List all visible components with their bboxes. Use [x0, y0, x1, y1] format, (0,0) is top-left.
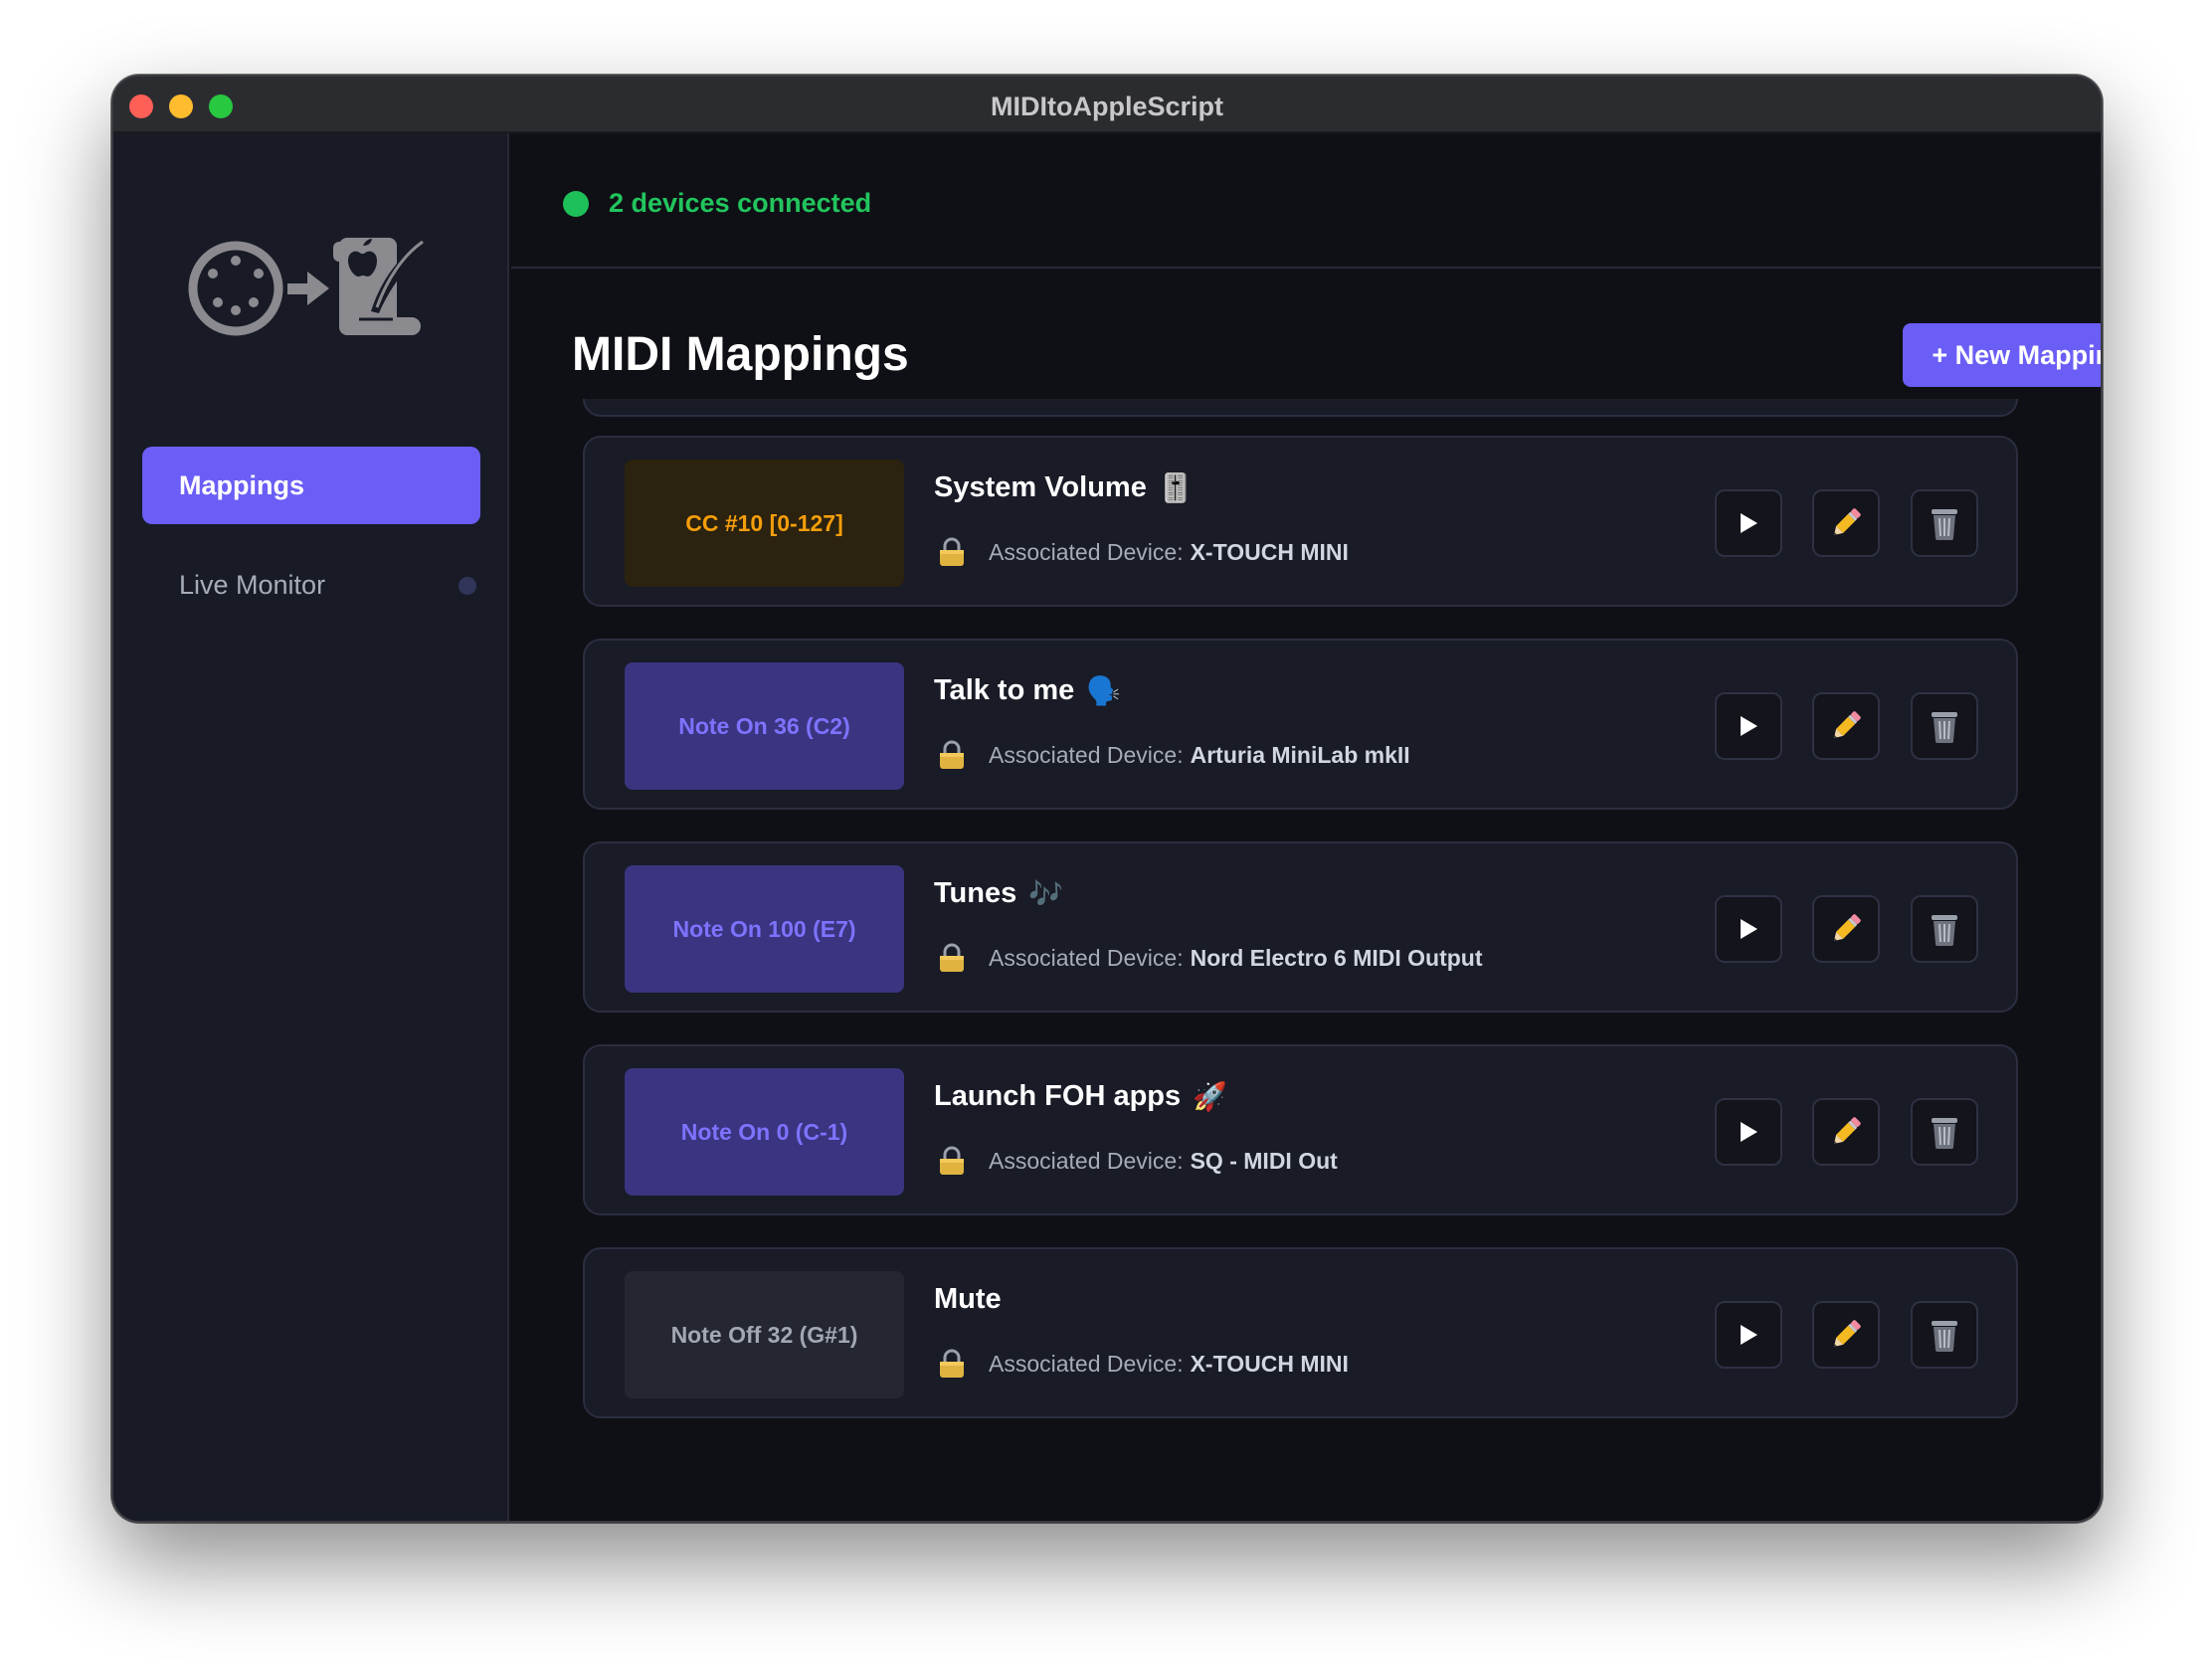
mapping-card[interactable]: Note On 0 (C-1) Launch FOH apps 🚀 Associ…	[583, 1044, 2018, 1215]
device-label: Associated Device:	[989, 741, 1184, 768]
main-content: 2 devices connected MIDI Mappings + New …	[511, 133, 2101, 1521]
edit-mapping-button[interactable]	[1812, 1098, 1880, 1166]
play-icon	[1741, 919, 1757, 939]
midi-trigger-badge: CC #10 [0-127]	[625, 460, 904, 587]
device-name: X-TOUCH MINI	[1190, 538, 1349, 565]
trash-icon	[1932, 509, 1957, 540]
sidebar-item-label: Mappings	[179, 469, 304, 500]
test-mapping-button[interactable]	[1715, 489, 1782, 557]
mapping-title: System Volume 🎚️	[934, 471, 1194, 504]
lock-icon	[940, 537, 964, 566]
midi-trigger-badge: Note On 100 (E7)	[625, 865, 904, 993]
sidebar-item-mappings[interactable]: Mappings	[142, 447, 480, 524]
lock-icon	[940, 740, 964, 769]
live-monitor-status-dot	[459, 577, 476, 595]
mapping-title: Talk to me 🗣️	[934, 674, 1121, 707]
associated-device-row: Associated Device: SQ - MIDI Out	[939, 1146, 1338, 1176]
device-name: SQ - MIDI Out	[1190, 1147, 1338, 1174]
device-name: Nord Electro 6 MIDI Output	[1190, 944, 1483, 971]
mapping-title: Mute	[934, 1283, 1002, 1316]
delete-mapping-button[interactable]	[1911, 895, 1978, 963]
trash-icon	[1932, 915, 1957, 946]
sidebar-item-label: Live Monitor	[179, 569, 326, 600]
connection-status-bar: 2 devices connected	[511, 133, 2101, 269]
device-name: X-TOUCH MINI	[1190, 1350, 1349, 1377]
pencil-icon	[1833, 711, 1861, 739]
connection-status-dot	[563, 191, 589, 217]
delete-mapping-button[interactable]	[1911, 489, 1978, 557]
title-bar: MIDItoAppleScript	[113, 77, 2101, 133]
play-icon	[1741, 716, 1757, 736]
edit-mapping-button[interactable]	[1812, 489, 1880, 557]
play-icon	[1741, 1122, 1757, 1142]
edit-mapping-button[interactable]	[1812, 895, 1880, 963]
test-mapping-button[interactable]	[1715, 1098, 1782, 1166]
device-label: Associated Device:	[989, 944, 1184, 971]
play-icon	[1741, 513, 1757, 533]
lock-icon	[940, 1349, 964, 1378]
delete-mapping-button[interactable]	[1911, 1301, 1978, 1369]
app-logo-icon	[188, 238, 427, 336]
mapping-card[interactable]: Note On 36 (C2) Talk to me 🗣️ Associated…	[583, 639, 2018, 810]
mapping-emoji: 🎚️	[1158, 472, 1194, 503]
pencil-icon	[1833, 914, 1861, 942]
page-title: MIDI Mappings	[572, 328, 909, 381]
trash-icon	[1932, 1321, 1957, 1352]
play-icon	[1741, 1325, 1757, 1345]
test-mapping-button[interactable]	[1715, 895, 1782, 963]
edit-mapping-button[interactable]	[1812, 1301, 1880, 1369]
app-window: MIDItoAppleScript Mappings Live Monitor …	[111, 75, 2103, 1523]
midi-trigger-badge: Note On 0 (C-1)	[625, 1068, 904, 1196]
associated-device-row: Associated Device: X-TOUCH MINI	[939, 537, 1349, 567]
midi-trigger-badge: Note On 36 (C2)	[625, 662, 904, 790]
device-label: Associated Device:	[989, 1350, 1184, 1377]
mapping-title: Tunes 🎶	[934, 877, 1063, 910]
sidebar: Mappings Live Monitor	[113, 133, 509, 1521]
test-mapping-button[interactable]	[1715, 1301, 1782, 1369]
device-label: Associated Device:	[989, 538, 1184, 565]
device-label: Associated Device:	[989, 1147, 1184, 1174]
mapping-name: Launch FOH apps	[934, 1080, 1182, 1112]
associated-device-row: Associated Device: X-TOUCH MINI	[939, 1349, 1349, 1379]
connection-status-text: 2 devices connected	[609, 188, 872, 218]
midi-trigger-badge: Note Off 32 (G#1)	[625, 1271, 904, 1398]
mapping-card[interactable]: CC #10 [0-127] System Volume 🎚️ Associat…	[583, 436, 2018, 607]
mapping-name: System Volume	[934, 471, 1147, 503]
mapping-title: Launch FOH apps 🚀	[934, 1080, 1227, 1113]
pencil-icon	[1833, 1117, 1861, 1145]
mapping-name: Talk to me	[934, 674, 1075, 706]
mapping-card[interactable]: Note On 100 (E7) Tunes 🎶 Associated Devi…	[583, 841, 2018, 1013]
device-name: Arturia MiniLab mkII	[1190, 741, 1410, 768]
window-title: MIDItoAppleScript	[991, 92, 1223, 121]
associated-device-row: Associated Device: Arturia MiniLab mkII	[939, 740, 1410, 770]
mapping-card[interactable]: Note Off 32 (G#1) Mute Associated Device…	[583, 1247, 2018, 1418]
sidebar-item-live-monitor[interactable]: Live Monitor	[142, 546, 480, 624]
mapping-emoji: 🎶	[1028, 878, 1064, 909]
pencil-icon	[1833, 1320, 1861, 1348]
delete-mapping-button[interactable]	[1911, 692, 1978, 760]
edit-mapping-button[interactable]	[1812, 692, 1880, 760]
mapping-name: Mute	[934, 1283, 1002, 1315]
delete-mapping-button[interactable]	[1911, 1098, 1978, 1166]
mapping-emoji: 🗣️	[1086, 675, 1122, 706]
new-mapping-button[interactable]: + New Mapping	[1903, 323, 2101, 387]
mappings-list[interactable]: CC #10 [0-127] System Volume 🎚️ Associat…	[511, 399, 2101, 1521]
mapping-name: Tunes	[934, 877, 1017, 909]
trash-icon	[1932, 1118, 1957, 1149]
associated-device-row: Associated Device: Nord Electro 6 MIDI O…	[939, 943, 1482, 973]
trash-icon	[1932, 712, 1957, 743]
mapping-emoji: 🚀	[1193, 1081, 1228, 1112]
test-mapping-button[interactable]	[1715, 692, 1782, 760]
lock-icon	[940, 943, 964, 972]
pencil-icon	[1833, 508, 1861, 536]
mapping-card-partial[interactable]	[583, 399, 2018, 417]
lock-icon	[940, 1146, 964, 1175]
